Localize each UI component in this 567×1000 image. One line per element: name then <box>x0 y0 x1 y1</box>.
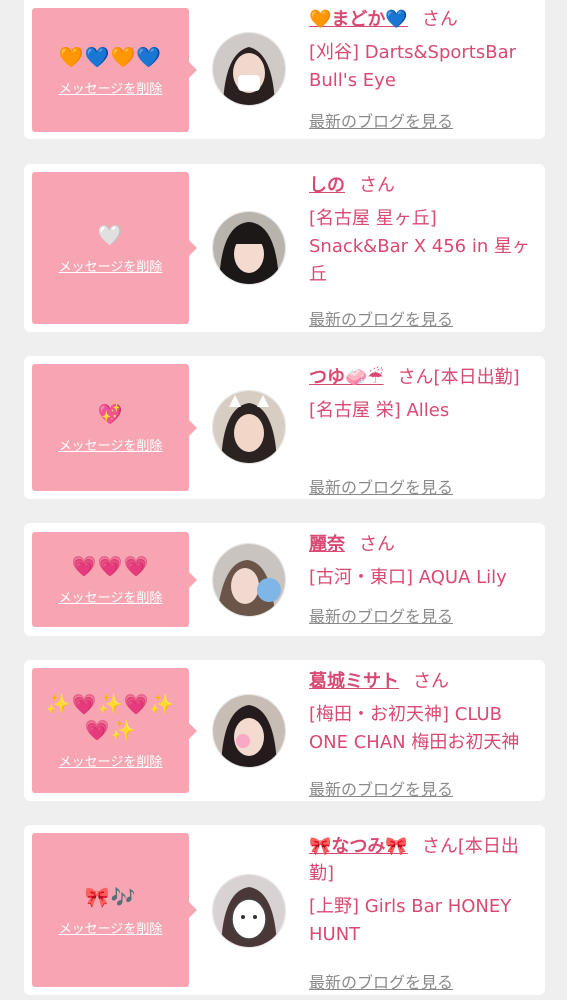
message-box: 💗💗💗 メッセージを削除 <box>32 532 197 627</box>
message-emoji: 🧡💙🧡💙 <box>58 44 163 69</box>
message-emoji: ✨💗✨💗✨💗✨ <box>45 692 176 742</box>
store-name: [刈谷] Darts&SportsBar Bull's Eye <box>309 42 517 91</box>
message-card: 🤍 メッセージを削除 しの さん [名古屋 星ヶ丘] Snack&Bar X 45… <box>24 164 545 332</box>
store-name: [名古屋 栄] Alles <box>309 400 450 421</box>
avatar[interactable] <box>212 874 286 948</box>
avatar[interactable] <box>212 32 286 106</box>
card-info: 麗奈 さん [古河・東口] AQUA Lily 最新のブログを見る <box>309 531 537 626</box>
card-info: 🎀なつみ🎀 さん[本日出勤] [上野] Girls Bar HONEY HUNT … <box>309 833 537 992</box>
girl-name-link[interactable]: 🧡まどか💙 <box>309 9 408 30</box>
latest-blog-link[interactable]: 最新のブログを見る <box>309 474 453 498</box>
message-card: 💖 メッセージを削除 つゆ🧼☔ さん[本日出勤] [名古屋 栄] Alles 最新… <box>24 356 545 499</box>
girl-name-link[interactable]: 葛城ミサト <box>309 671 399 692</box>
message-card: ✨💗✨💗✨💗✨ メッセージを削除 葛城ミサト さん [梅田・お初天神] CLUB … <box>24 660 545 801</box>
latest-blog-link[interactable]: 最新のブログを見る <box>309 306 453 330</box>
store-name: [古河・東口] AQUA Lily <box>309 567 507 588</box>
san-suffix: さん <box>359 534 395 555</box>
message-box: 💖 メッセージを削除 <box>32 364 197 491</box>
store-name: [上野] Girls Bar HONEY HUNT <box>309 896 512 945</box>
message-emoji: 🎀🎶 <box>84 884 137 909</box>
message-card: 🎀🎶 メッセージを削除 🎀なつみ🎀 さん[本日出勤] [上野] Girls Bar… <box>24 825 545 995</box>
avatar[interactable] <box>212 543 286 617</box>
avatar[interactable] <box>212 211 286 285</box>
latest-blog-link[interactable]: 最新のブログを見る <box>309 108 453 132</box>
card-info: 葛城ミサト さん [梅田・お初天神] CLUB ONE CHAN 梅田お初天神 最… <box>309 668 537 799</box>
delete-message-link[interactable]: メッセージを削除 <box>59 587 163 606</box>
delete-message-link[interactable]: メッセージを削除 <box>59 435 163 454</box>
delete-message-link[interactable]: メッセージを削除 <box>59 256 163 275</box>
message-card: 🧡💙🧡💙 メッセージを削除 🧡まどか💙 さん [刈谷] Darts&SportsB… <box>24 0 545 139</box>
message-card: 💗💗💗 メッセージを削除 麗奈 さん [古河・東口] AQUA Lily 最新のブ… <box>24 523 545 636</box>
girl-name-link[interactable]: しの <box>309 175 345 196</box>
avatar[interactable] <box>212 390 286 464</box>
girl-name-link[interactable]: 🎀なつみ🎀 <box>309 836 408 857</box>
delete-message-link[interactable]: メッセージを削除 <box>59 78 163 97</box>
san-suffix: さん[本日出勤] <box>397 367 520 388</box>
message-box: ✨💗✨💗✨💗✨ メッセージを削除 <box>32 668 197 793</box>
message-box: 🤍 メッセージを削除 <box>32 172 197 324</box>
latest-blog-link[interactable]: 最新のブログを見る <box>309 969 453 993</box>
message-emoji: 💖 <box>97 402 124 426</box>
avatar[interactable] <box>212 694 286 768</box>
message-emoji: 💗💗💗 <box>71 554 150 578</box>
latest-blog-link[interactable]: 最新のブログを見る <box>309 603 453 627</box>
san-suffix: さん <box>359 175 395 196</box>
girl-name-link[interactable]: つゆ🧼☔ <box>309 367 384 388</box>
san-suffix: さん <box>413 671 449 692</box>
delete-message-link[interactable]: メッセージを削除 <box>59 751 163 770</box>
message-emoji: 🤍 <box>97 222 124 247</box>
store-name: [名古屋 星ヶ丘] Snack&Bar X 456 in 星ヶ丘 <box>309 208 530 285</box>
latest-blog-link[interactable]: 最新のブログを見る <box>309 776 453 800</box>
delete-message-link[interactable]: メッセージを削除 <box>59 918 163 937</box>
san-suffix: さん <box>421 9 458 30</box>
message-box: 🎀🎶 メッセージを削除 <box>32 833 197 987</box>
message-box: 🧡💙🧡💙 メッセージを削除 <box>32 8 197 132</box>
card-info: しの さん [名古屋 星ヶ丘] Snack&Bar X 456 in 星ヶ丘 最新… <box>309 172 537 329</box>
card-info: つゆ🧼☔ さん[本日出勤] [名古屋 栄] Alles 最新のブログを見る <box>309 364 537 497</box>
girl-name-link[interactable]: 麗奈 <box>309 534 345 555</box>
card-info: 🧡まどか💙 さん [刈谷] Darts&SportsBar Bull's Eye … <box>309 6 537 131</box>
store-name: [梅田・お初天神] CLUB ONE CHAN 梅田お初天神 <box>309 704 520 753</box>
